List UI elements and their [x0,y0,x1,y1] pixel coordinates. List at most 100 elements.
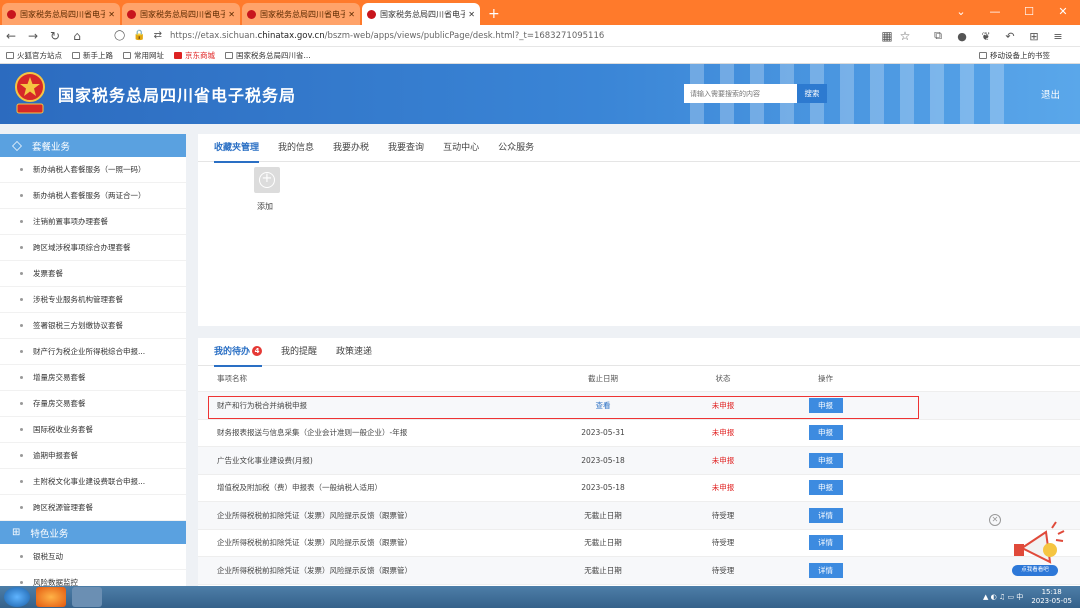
tab-query[interactable]: 我要查询 [388,134,424,162]
tab-favorites[interactable]: 收藏夹管理 [214,134,260,163]
todo-panel: 我的待办 4 我的提醒 政策速递 事项名称 截止日期 状态 操作 财产和行为税合并… [198,338,1080,586]
status-badge: 未申报 [711,483,735,493]
close-window-icon[interactable]: ✕ [1046,5,1080,18]
menu-icon[interactable]: ≡ [1046,30,1070,43]
sidebar-item[interactable]: 主附税文化事业建设费联合申报... [0,469,186,495]
maximize-icon[interactable]: ☐ [1012,5,1046,18]
menu-chevron-icon[interactable]: ⌄ [944,5,978,18]
bookmark-star-icon[interactable]: ☆ [894,29,916,43]
leaf-icon[interactable]: ❦ [974,30,998,43]
status-badge: 未申报 [711,455,735,465]
tab-public-service[interactable]: 公众服务 [498,134,534,162]
bullet-icon [20,246,23,249]
declare-button[interactable]: 申报 [808,480,843,496]
firefox-taskbar-icon[interactable] [36,587,66,607]
bullet-icon [20,581,23,584]
bookmark-item[interactable]: 常用网址 [123,50,164,61]
sidebar-item[interactable]: 财产行为税企业所得税综合申报... [0,339,186,365]
table-row: 财务报表报送与信息采集（企业会计准则一般企业）-年报 2023-05-31 未申… [198,420,1080,447]
firefox-icon [72,51,80,59]
bookmark-item[interactable]: 国家税务总局四川省... [225,50,311,61]
sidebar-item[interactable]: 增量房交易套餐 [0,365,186,391]
tab-reminders[interactable]: 我的提醒 [281,338,317,366]
sidebar-item[interactable]: 银税互动 [0,544,186,570]
add-favorite-button[interactable]: + [254,167,280,193]
bullet-icon [20,428,23,431]
sidebar-section-special[interactable]: ⊞ 特色业务 [0,521,186,544]
sidebar-section-packages[interactable]: 套餐业务 [0,134,186,157]
browser-tab[interactable]: 国家税务总局四川省电子税务局✕ [2,3,120,25]
chat-icon[interactable]: ● [950,30,974,43]
declare-button[interactable]: 申报 [808,425,843,441]
undo-icon[interactable]: ↶ [998,30,1022,43]
promo-label[interactable]: 点我看看吧 [1012,565,1058,576]
sidebar-item[interactable]: 跨区域涉税事项综合办理套餐 [0,235,186,261]
table-row: 广告业文化事业建设费(月报) 2023-05-18 未申报 申报 [198,447,1080,475]
highlight-frame [208,396,919,419]
browser-tab[interactable]: 国家税务总局四川省电子税务局✕ [242,3,360,25]
close-icon[interactable]: ✕ [228,10,235,19]
details-button[interactable]: 详情 [808,562,843,578]
start-button-icon[interactable] [4,587,30,607]
bookmark-item[interactable]: 京东商城 [174,50,215,61]
bookmark-item[interactable]: 新手上路 [72,50,113,61]
url-path: /bszm-web/apps/views/publicPage/desk.htm… [324,30,605,41]
search-input[interactable] [684,84,797,103]
app-taskbar-icon[interactable] [72,587,102,607]
sidebar-item[interactable]: 跨区税源管理套餐 [0,495,186,521]
logout-button[interactable]: 退出 [1041,87,1060,101]
tab-tax-handling[interactable]: 我要办税 [333,134,369,162]
back-icon[interactable]: ← [0,29,22,43]
new-tab-icon[interactable]: + [488,6,500,22]
forward-icon[interactable]: → [22,29,44,43]
browser-tab-active[interactable]: 国家税务总局四川省电子税务局✕ [362,3,480,25]
sidebar-item[interactable]: 注销前置事项办理套餐 [0,209,186,235]
site-favicon-icon [247,9,256,19]
sidebar-item[interactable]: 发票套餐 [0,261,186,287]
reload-icon[interactable]: ↻ [44,29,66,43]
close-icon[interactable]: ✕ [108,10,115,19]
site-title: 国家税务总局四川省电子税务局 [58,86,297,105]
sidebar-item[interactable]: 存量房交易套餐 [0,391,186,417]
extension-icon[interactable]: ⧉ [926,29,950,43]
sidebar-item[interactable]: 风险数据监控 [0,570,186,586]
plus-icon: + [259,172,275,188]
mobile-bookmarks[interactable]: 移动设备上的书签 [979,47,1050,64]
extensions-puzzle-icon[interactable]: ⊞ [1022,30,1046,43]
jd-icon [174,51,182,59]
close-icon[interactable]: ✕ [348,10,355,19]
tab-my-todos[interactable]: 我的待办 4 [214,338,263,367]
declare-button[interactable]: 申报 [808,452,843,468]
address-bar[interactable]: ◯ 🔒 ⇄ https://etax.sichuan. chinatax.gov.… [114,27,784,45]
taskbar: ▲ ◐ ♫ ▭ 中 15:18 2023-05-05 [0,586,1080,608]
browser-tab[interactable]: 国家税务总局四川省电子税务局✕ [122,3,240,25]
tab-interaction[interactable]: 互动中心 [443,134,479,162]
minimize-icon[interactable]: — [978,5,1012,18]
tax-site-icon [225,51,233,59]
sidebar-item[interactable]: 逾期申报套餐 [0,443,186,469]
table-row: 增值税及附加税（费）申报表（一般纳税人适用） 2023-05-18 未申报 申报 [198,475,1080,502]
close-icon[interactable]: ✕ [468,10,475,19]
site-header: 国家税务总局四川省电子税务局 搜索 退出 [0,64,1080,124]
table-row: 企业所得税税前扣除凭证（发票）风险提示反馈（跟票管） 无截止日期 待受理 详情 [198,530,1080,557]
status-badge: 待受理 [711,510,735,520]
search-button[interactable]: 搜索 [797,84,827,103]
bullet-icon [20,402,23,405]
sidebar-item[interactable]: 签署银税三方划缴协议套餐 [0,313,186,339]
clock[interactable]: 15:18 2023-05-05 [1031,588,1072,606]
bullet-icon [20,298,23,301]
site-favicon-icon [367,9,376,19]
sidebar-item[interactable]: 涉税专业服务机构管理套餐 [0,287,186,313]
tab-policy[interactable]: 政策速递 [336,338,372,366]
folder-icon [979,52,987,59]
sidebar-item[interactable]: 国际税收业务套餐 [0,417,186,443]
bookmark-item[interactable]: 火狐官方站点 [6,50,62,61]
sidebar-item[interactable]: 新办纳税人套餐服务（一照一码） [0,157,186,183]
sidebar-item[interactable]: 新办纳税人套餐服务（两证合一） [0,183,186,209]
home-icon[interactable]: ⌂ [66,29,88,43]
bullet-icon [20,272,23,275]
tab-my-info[interactable]: 我的信息 [278,134,314,162]
details-button[interactable]: 详情 [808,535,843,551]
folder-icon [6,51,14,59]
details-button[interactable]: 详情 [808,507,843,523]
